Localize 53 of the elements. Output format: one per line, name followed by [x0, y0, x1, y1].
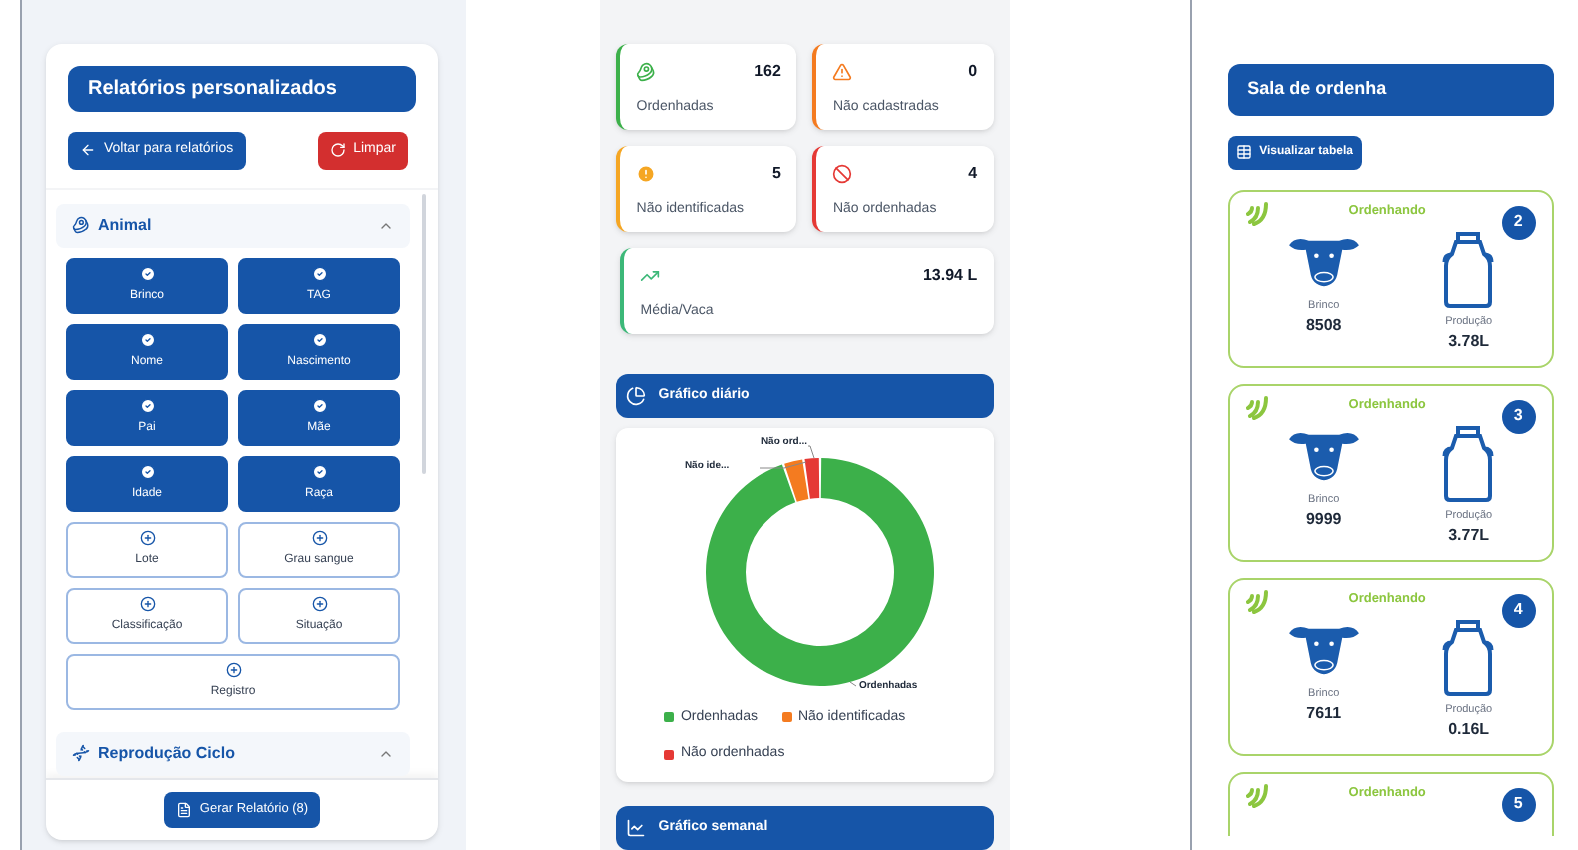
signal-waves-icon [1245, 197, 1274, 225]
production-value: 0.16L [1448, 717, 1490, 742]
brinco-value: 7611 [1306, 702, 1342, 727]
signal-waves-icon [1245, 779, 1274, 807]
stat-value: 5 [771, 162, 781, 186]
stall-number: 3 [1501, 399, 1536, 433]
section-title: Animal [98, 213, 152, 237]
milk-can-icon [1442, 423, 1495, 503]
check-circle-icon [139, 463, 155, 479]
signal-waves-icon [1245, 585, 1274, 613]
check-circle-icon [139, 331, 155, 347]
stall-number: 5 [1501, 787, 1536, 821]
stall-number: 4 [1501, 593, 1536, 627]
stat-value: 4 [968, 162, 978, 186]
plus-circle-icon [225, 661, 241, 677]
plus-circle-icon [139, 595, 155, 611]
panel-title: Relatórios personalizados [68, 66, 416, 112]
trend-up-icon [640, 266, 661, 286]
stat-value: 13.94 L [922, 264, 978, 288]
stat-value: 162 [754, 60, 781, 84]
check-circle-icon [139, 265, 155, 281]
check-circle-icon [311, 331, 327, 347]
brinco-value: 9999 [1305, 508, 1342, 533]
line-chart-icon [626, 818, 647, 839]
plus-circle-icon [139, 529, 155, 545]
plus-circle-icon [311, 595, 327, 611]
dna-icon [72, 744, 90, 762]
brinco-value: 8508 [1305, 314, 1342, 339]
production-value: 3.78L [1448, 329, 1490, 354]
section-header[interactable]: Animal [56, 203, 410, 247]
plus-circle-icon [311, 529, 327, 545]
table-icon [1235, 144, 1252, 160]
signal-waves-icon [1245, 391, 1274, 419]
document-icon [175, 802, 192, 818]
section-title: Reprodução Ciclo [98, 741, 235, 765]
leader-line [850, 680, 858, 686]
check-circle-icon [311, 397, 327, 413]
check-circle-icon [139, 397, 155, 413]
section-header[interactable]: Reprodução Ciclo [56, 731, 410, 775]
pie-chart-icon [626, 385, 647, 406]
refresh-icon [329, 142, 346, 159]
panel-title: Sala de ordenha [1227, 64, 1554, 115]
check-circle-icon [311, 265, 327, 281]
warning-triangle-icon [832, 62, 853, 82]
check-circle-icon [311, 463, 327, 479]
stall-number: 2 [1501, 205, 1536, 239]
alert-circle-icon [636, 164, 657, 184]
scrollbar-thumb[interactable] [422, 193, 426, 473]
stat-value: 0 [968, 60, 978, 84]
production-value: 3.77L [1448, 523, 1490, 548]
arrow-left-icon [80, 142, 96, 159]
milk-can-icon [1442, 229, 1495, 309]
milk-can-icon [1442, 617, 1495, 697]
